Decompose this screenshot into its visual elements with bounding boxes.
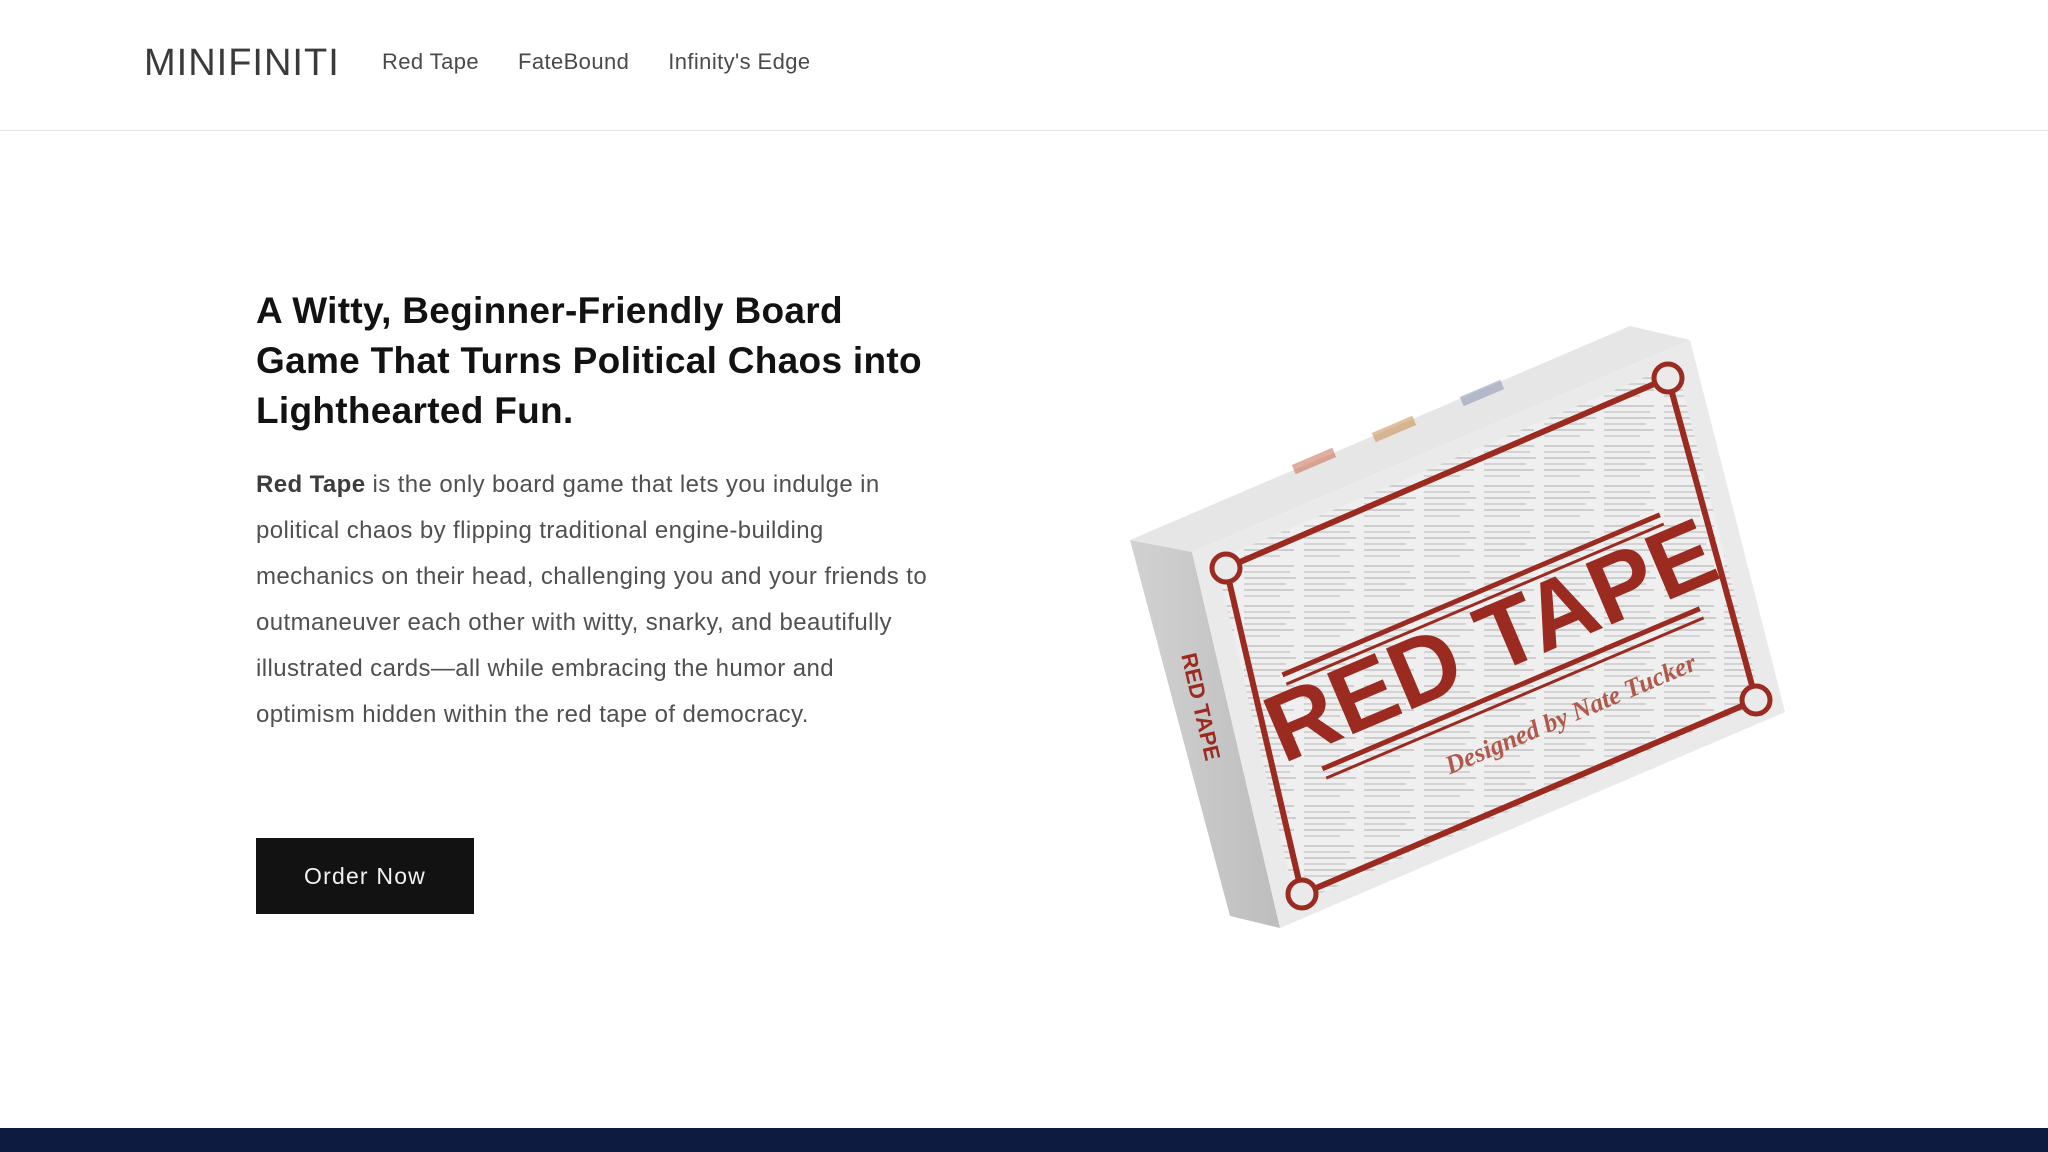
red-tape-box-art: RED TAPE Designed by Nate Tucker RED TAP… bbox=[1130, 326, 1785, 928]
nav-item-red-tape[interactable]: Red Tape bbox=[382, 49, 479, 75]
hero-text: A Witty, Beginner-Friendly Board Game Th… bbox=[256, 286, 936, 738]
footer-band bbox=[0, 1128, 2048, 1152]
site-header: MINIFINITI Red Tape FateBound Infinity's… bbox=[0, 0, 2048, 131]
nav-item-fatebound[interactable]: FateBound bbox=[518, 49, 629, 75]
order-now-button[interactable]: Order Now bbox=[256, 838, 474, 914]
hero-description: Red Tape is the only board game that let… bbox=[256, 462, 936, 738]
hero-headline: A Witty, Beginner-Friendly Board Game Th… bbox=[256, 290, 922, 431]
nav-item-infinitys-edge[interactable]: Infinity's Edge bbox=[668, 49, 810, 75]
main-nav: Red Tape FateBound Infinity's Edge bbox=[382, 49, 811, 75]
product-box-image: RED TAPE Designed by Nate Tucker RED TAP… bbox=[1120, 320, 1800, 940]
brand-logo[interactable]: MINIFINITI bbox=[144, 42, 340, 85]
description-text: is the only board game that lets you ind… bbox=[256, 471, 928, 728]
product-name-strong: Red Tape bbox=[256, 471, 366, 498]
